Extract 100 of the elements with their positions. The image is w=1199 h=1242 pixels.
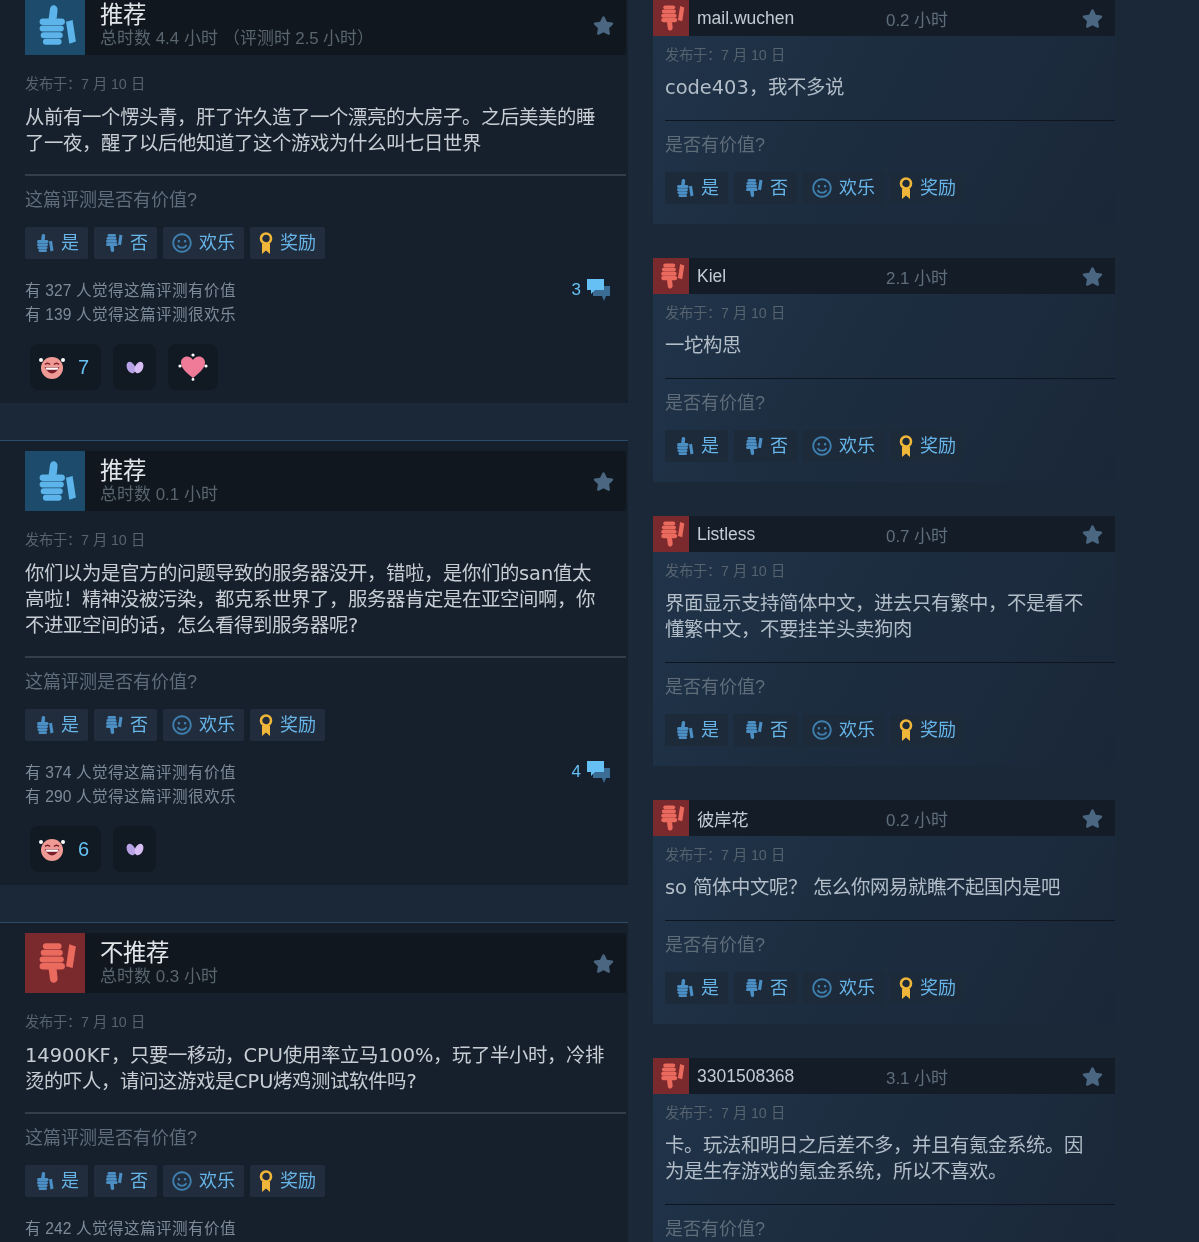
- smiley-icon: [812, 178, 832, 198]
- thumbs-up-icon: [34, 715, 54, 735]
- yes-button[interactable]: 是: [665, 430, 728, 462]
- award-icon: [899, 719, 913, 741]
- yes-button[interactable]: 是: [25, 227, 88, 259]
- funny-button[interactable]: 欢乐: [163, 227, 244, 259]
- funny-count-text: 有 139 人觉得这篇评测很欢乐: [25, 305, 236, 325]
- award-icon: [259, 1170, 273, 1192]
- star-icon[interactable]: [593, 14, 614, 36]
- review-text: code403，我不多说: [665, 75, 844, 101]
- thumbs-down-icon: [103, 233, 123, 253]
- smiley-icon: [172, 233, 192, 253]
- helpful-count-text: 有 242 人觉得这篇评测有价值: [25, 1219, 236, 1239]
- star-icon[interactable]: [1082, 1065, 1103, 1087]
- no-button[interactable]: 否: [94, 1165, 157, 1197]
- no-button[interactable]: 否: [94, 227, 157, 259]
- star-icon[interactable]: [1082, 265, 1103, 287]
- thumbs-down-icon: [103, 715, 123, 735]
- playtime-text: 0.2 小时: [886, 809, 949, 831]
- reaction-button[interactable]: 6: [30, 826, 102, 872]
- helpful-count-text: 有 374 人觉得这篇评测有价值: [25, 763, 236, 783]
- helpful-question: 这篇评测是否有价值?: [25, 671, 197, 694]
- award-icon: [259, 714, 273, 736]
- award-icon: [899, 977, 913, 999]
- smiley-icon: [812, 720, 832, 740]
- reviewer-name: 3301508368: [697, 1065, 795, 1087]
- yes-button[interactable]: 是: [25, 709, 88, 741]
- helpful-question: 是否有价值?: [665, 392, 765, 415]
- smiley-icon: [172, 1171, 192, 1191]
- comment-count-link[interactable]: 4: [571, 761, 610, 783]
- no-button[interactable]: 否: [734, 972, 797, 1004]
- playtime-text: 总时数 0.3 小时: [100, 967, 218, 987]
- reviewer-name: mail.wuchen: [697, 7, 795, 29]
- thumbs-down-icon: [653, 258, 689, 294]
- review-text: 一坨构思: [665, 333, 741, 359]
- funny-button[interactable]: 欢乐: [803, 972, 884, 1004]
- reaction-button[interactable]: [113, 826, 157, 872]
- reaction-button[interactable]: [113, 344, 157, 390]
- heart-icon: [178, 353, 209, 381]
- posted-date: 发布于：7 月 10 日: [25, 531, 145, 549]
- reviewer-name: Listless: [697, 523, 756, 545]
- funny-button[interactable]: 欢乐: [163, 709, 244, 741]
- yes-button[interactable]: 是: [665, 972, 728, 1004]
- reaction-button[interactable]: [168, 344, 219, 390]
- award-icon: [899, 177, 913, 199]
- funny-button[interactable]: 欢乐: [163, 1165, 244, 1197]
- thumbs-down-icon: [743, 436, 763, 456]
- reviewer-name: Kiel: [697, 265, 727, 287]
- yes-button[interactable]: 是: [665, 714, 728, 746]
- star-icon[interactable]: [1082, 807, 1103, 829]
- thumbs-down-icon: [653, 0, 689, 36]
- reaction-button[interactable]: 7: [30, 344, 102, 390]
- thumbs-up-icon: [34, 233, 54, 253]
- playtime-text: 0.2 小时: [886, 9, 949, 31]
- no-button[interactable]: 否: [734, 430, 797, 462]
- star-icon[interactable]: [1082, 523, 1103, 545]
- helpful-question: 这篇评测是否有价值?: [25, 189, 197, 212]
- star-icon[interactable]: [593, 952, 614, 974]
- playtime-text: 总时数 0.1 小时: [100, 485, 218, 505]
- no-button[interactable]: 否: [734, 172, 797, 204]
- no-button[interactable]: 否: [94, 709, 157, 741]
- funny-button[interactable]: 欢乐: [803, 714, 884, 746]
- review-text: 你们以为是官方的问题导致的服务器没开，错啦，是你们的san值太高啦！精神没被污染，都克系世界了，服务器肯定是在亚空间啊，你不进亚空间的话，怎么看得到服务器呢?: [25, 561, 596, 639]
- thumbs-down-icon: [25, 933, 85, 993]
- thumbs-down-icon: [653, 1058, 689, 1094]
- helpful-question: 是否有价值?: [665, 676, 765, 699]
- smiley-icon: [812, 978, 832, 998]
- thumbs-up-icon: [25, 451, 85, 511]
- thumbs-up-icon: [674, 720, 694, 740]
- comment-bubbles-icon: [587, 279, 610, 301]
- thumbs-up-icon: [674, 436, 694, 456]
- helpful-question: 是否有价值?: [665, 1218, 765, 1241]
- helpful-question: 是否有价值?: [665, 134, 765, 157]
- playtime-text: 3.1 小时: [886, 1067, 949, 1089]
- award-button[interactable]: 奖励: [250, 709, 325, 741]
- funny-count-text: 有 290 人觉得这篇评测很欢乐: [25, 787, 236, 807]
- playtime-text: 0.7 小时: [886, 525, 949, 547]
- smiley-icon: [172, 715, 192, 735]
- thumbs-down-icon: [743, 720, 763, 740]
- thumbs-down-icon: [653, 516, 689, 552]
- thumbs-up-icon: [674, 978, 694, 998]
- thumbs-up-icon: [25, 0, 85, 55]
- reviewer-name: 彼岸花: [697, 808, 748, 831]
- award-icon: [899, 435, 913, 457]
- award-button[interactable]: 奖励: [250, 227, 325, 259]
- award-icon: [259, 232, 273, 254]
- comment-count-link[interactable]: 3: [571, 279, 610, 301]
- wings-icon: [124, 841, 145, 857]
- funny-button[interactable]: 欢乐: [803, 172, 884, 204]
- playtime-text: 总时数 4.4 小时 （评测时 2.5 小时）: [100, 29, 375, 49]
- no-button[interactable]: 否: [734, 714, 797, 746]
- star-icon[interactable]: [1082, 7, 1103, 29]
- thumbs-up-icon: [674, 178, 694, 198]
- yes-button[interactable]: 是: [665, 172, 728, 204]
- review-text: 卡。玩法和明日之后差不多，并且有氪金系统。因为是生存游戏的氪金系统，所以不喜欢。: [665, 1133, 1084, 1185]
- thumbs-down-icon: [743, 978, 763, 998]
- yes-button[interactable]: 是: [25, 1165, 88, 1197]
- star-icon[interactable]: [593, 470, 614, 492]
- funny-button[interactable]: 欢乐: [803, 430, 884, 462]
- award-button[interactable]: 奖励: [250, 1165, 325, 1197]
